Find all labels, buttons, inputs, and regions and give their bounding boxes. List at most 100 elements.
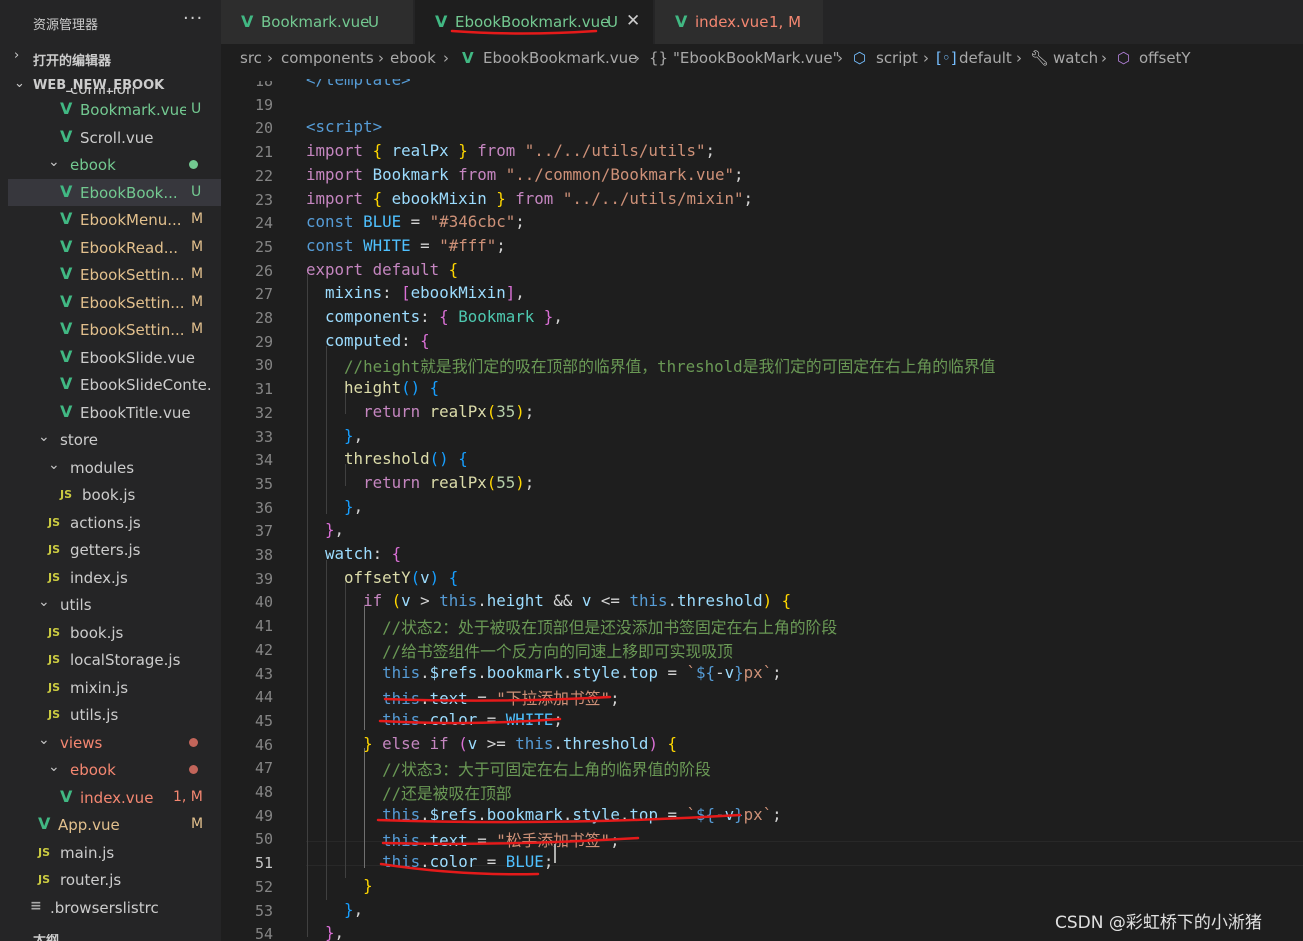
code-token: . [667,591,678,611]
vue-file-icon: V [60,374,73,393]
tree-file[interactable]: JS index.js [8,564,221,591]
tree-file[interactable]: JS router.js [8,866,221,893]
vue-file-icon: V [60,236,73,256]
tree-item-label: EbookTitle.vue [80,403,191,422]
code-token: return [363,401,430,421]
js-file-icon: JS [60,488,73,501]
tree-file[interactable]: JS main.js [8,839,221,866]
git-status-badge: U [191,183,202,200]
breadcrumb-components[interactable]: components [281,49,374,67]
braces-icon: {} [649,49,669,67]
code-token: ; [772,662,782,682]
breadcrumb-script[interactable]: script [876,49,918,67]
breadcrumb-offsety[interactable]: offsetY [1139,49,1191,67]
breadcrumb-default[interactable]: default [959,49,1012,67]
tree-file[interactable]: V EbookSettin... M [8,316,221,343]
code-token: , [334,923,345,941]
chevron-down-icon: ⌄ [48,154,60,170]
code-token: realPx [429,472,487,492]
tree-file[interactable]: V EbookBook... U [8,178,221,206]
code-token: const [306,235,364,255]
tree-file[interactable]: V EbookRead... M [8,234,221,261]
tree-file[interactable]: V EbookSlideConte... [8,371,221,398]
tab-bookmark[interactable]: V Bookmark.vue U [221,0,413,44]
tree-file[interactable]: V EbookSettin... M [8,289,221,316]
tree-file[interactable]: V Bookmark.vue U [8,96,221,123]
git-status-badge: M [191,321,204,337]
tree-file[interactable]: JS mixin.js [8,674,221,701]
tab-label: index.vue [695,13,769,31]
code-token: { [391,544,402,563]
tree-file[interactable]: V EbookTitle.vue [8,399,221,426]
tree-file[interactable]: JS book.js [8,619,221,646]
code-token: px` [743,662,773,682]
code-line: import { realPx } from "../../utils/util… [306,141,715,160]
tree-file[interactable]: V Scroll.vue [8,124,221,151]
line-number: 38 [254,546,273,564]
code-token: } [448,141,468,161]
code-line: computed: { [306,331,430,350]
js-file-icon: JS [48,543,61,556]
code-token: ; [515,212,525,232]
tree-item-label: EbookSlideConte... [80,376,213,394]
tree-file[interactable]: JS actions.js [8,509,221,536]
line-number: 19 [254,95,273,114]
line-number: 30 [254,356,273,375]
tab-index[interactable]: V index.vue 1, M [655,0,823,44]
tree-folder[interactable]: ⌄ ebook [8,756,221,783]
tree-file[interactable]: V EbookSettin... M [8,261,221,288]
tree-folder[interactable]: ⌄ store [8,426,221,453]
breadcrumb-component-name[interactable]: "EbookBookMark.vue" [673,49,840,67]
code-token: . [477,662,487,682]
tree-item-label: EbookMenu... [80,211,182,229]
code-token: //height就是我们定的吸在顶部的临界值，threshold是我们定的可固定… [344,357,996,377]
tab-ebookbookmark[interactable]: V EbookBookmark.vue U ✕ [415,0,653,44]
status-dot [189,737,198,747]
code-token: import [306,164,373,184]
tree-item-label: .browserslistrc [50,898,159,917]
tree-file[interactable]: Vindex.vue 1, M [8,784,221,811]
code-token: ; [524,472,535,492]
tree-folder[interactable]: ⌄ ebook [8,151,221,178]
code-editor[interactable]: 18 19 20 21 22 23 24 25 26 27 28 29 30 31 32 33 34 35 36 37… [221,72,1303,941]
tree-file[interactable]: V EbookSlide.vue [8,344,221,371]
vue-file-icon: V [60,319,73,338]
js-file-icon: JS [38,873,51,886]
git-status-badge: U [191,101,202,117]
code-token: , [553,307,563,326]
tree-folder[interactable]: ⌄ modules [8,454,221,481]
code-line: }, [306,923,344,941]
tree-folder[interactable]: ⌄ utils [8,591,221,618]
open-editors-section[interactable]: › 打开的编辑器 [0,45,221,71]
code-line: //状态2：处于被吸在顶部但是还没添加书签固定在右上角的阶段 [306,615,837,638]
code-line: import Bookmark from "../common/Bookmark… [306,165,744,184]
breadcrumb-file[interactable]: EbookBookmark.vue [483,49,637,67]
code-token: v [724,662,735,682]
close-icon[interactable]: ✕ [626,11,640,31]
outline-section[interactable]: 大纲 [33,934,59,941]
tree-file[interactable]: JS utils.js [8,701,221,728]
tree-file[interactable]: ≡ .browserslistrc [8,894,221,921]
file-icon: ≡ [30,897,42,914]
code-token: ( [391,591,402,611]
code-token: >= [477,733,516,753]
code-token: WHITE [505,709,554,729]
more-actions-icon[interactable]: ··· [183,8,203,29]
tree-file[interactable]: V App.vue M [8,811,221,838]
tree-file[interactable]: JS book.js [8,481,221,508]
tree-file[interactable]: JS localStorage.js [8,646,221,673]
code-token: ; [772,804,782,824]
tree-folder[interactable]: ⌄ views [8,729,221,756]
tree-file[interactable]: JS getters.js [8,536,221,563]
breadcrumb-src[interactable]: src [240,49,262,67]
tree-file[interactable]: V EbookMenu... M [8,206,221,233]
breadcrumb-ebook[interactable]: ebook [390,49,436,67]
line-number: 40 [254,593,273,612]
breadcrumb-watch[interactable]: watch [1053,49,1098,67]
